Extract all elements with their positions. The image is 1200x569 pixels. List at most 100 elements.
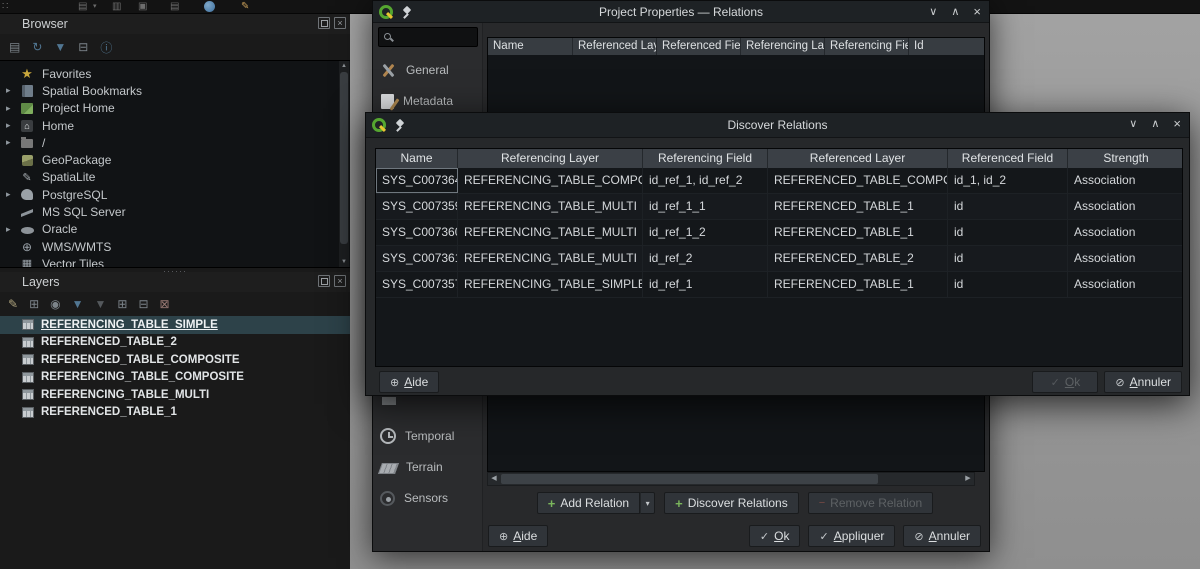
- table-cell[interactable]: SYS_C007360: [376, 220, 458, 245]
- column-header[interactable]: Referenced Field: [948, 149, 1068, 168]
- table-cell[interactable]: REFERENCED_TABLE_COMPOSITE: [768, 168, 948, 193]
- expand-arrow-icon[interactable]: ▸: [6, 103, 11, 114]
- refresh-icon[interactable]: ↻: [32, 40, 42, 54]
- table-cell[interactable]: SYS_C007357: [376, 272, 458, 297]
- column-header[interactable]: Referenced Field: [657, 38, 741, 55]
- scrollbar-thumb[interactable]: [340, 72, 348, 244]
- ok-button[interactable]: ✓ Ok: [1032, 371, 1098, 393]
- filter-legend-icon[interactable]: ▼: [72, 297, 84, 311]
- ok-button[interactable]: ✓ Ok: [749, 525, 801, 547]
- add-relation-button[interactable]: + Add Relation: [537, 492, 640, 514]
- toolbar-pen-icon[interactable]: ✎: [241, 0, 249, 14]
- expand-arrow-icon[interactable]: ▸: [6, 120, 11, 131]
- column-header[interactable]: Name: [488, 38, 573, 55]
- tree-item-oracle[interactable]: ▸ Oracle: [0, 221, 350, 238]
- table-cell[interactable]: REFERENCING_TABLE_SIMPLE: [458, 272, 643, 297]
- table-row[interactable]: SYS_C007357 REFERENCING_TABLE_SIMPLE id_…: [376, 272, 1182, 298]
- expand-arrow-icon[interactable]: ▸: [6, 85, 11, 96]
- tree-item-mssql[interactable]: MS SQL Server: [0, 203, 350, 220]
- expand-all-icon[interactable]: ⊞: [117, 297, 127, 311]
- column-header[interactable]: Referenced Layer: [573, 38, 657, 55]
- table-cell[interactable]: id_ref_1: [643, 272, 768, 297]
- table-cell[interactable]: Association: [1068, 168, 1184, 193]
- expand-arrow-icon[interactable]: ▸: [6, 189, 11, 200]
- table-cell[interactable]: id_ref_1, id_ref_2: [643, 168, 768, 193]
- properties-info-icon[interactable]: ⓘ: [100, 39, 112, 56]
- project-properties-titlebar[interactable]: Project Properties — Relations ∨ ∧ ×: [373, 1, 989, 23]
- table-cell[interactable]: SYS_C007364: [376, 168, 458, 193]
- table-row[interactable]: SYS_C007360 REFERENCING_TABLE_MULTI id_r…: [376, 220, 1182, 246]
- tree-item-postgresql[interactable]: ▸ PostgreSQL: [0, 186, 350, 203]
- browser-scrollbar[interactable]: ▲ ▼: [339, 61, 349, 267]
- filter-expression-icon[interactable]: ▼: [95, 297, 107, 311]
- add-relation-dropdown[interactable]: ▾: [640, 492, 655, 514]
- toolbar-button-icon[interactable]: ▣: [138, 0, 147, 14]
- scroll-right-icon[interactable]: ▶: [962, 473, 974, 485]
- tree-item-spatial-bookmarks[interactable]: ▸ Spatial Bookmarks: [0, 82, 350, 99]
- table-cell[interactable]: id: [948, 194, 1068, 219]
- table-cell[interactable]: Association: [1068, 194, 1184, 219]
- table-cell[interactable]: Association: [1068, 246, 1184, 271]
- tree-item-wms[interactable]: ⊕ WMS/WMTS: [0, 238, 350, 255]
- layer-item[interactable]: REFERENCING_TABLE_COMPOSITE: [0, 369, 350, 387]
- table-cell[interactable]: Association: [1068, 220, 1184, 245]
- sidebar-item-sensors[interactable]: Sensors: [373, 487, 483, 509]
- help-button[interactable]: ⊕ Aide: [379, 371, 439, 393]
- sidebar-item-temporal[interactable]: Temporal: [373, 425, 483, 447]
- table-cell[interactable]: id_ref_1_1: [643, 194, 768, 219]
- search-input[interactable]: [378, 27, 478, 47]
- add-layer-icon[interactable]: ▤: [9, 40, 20, 54]
- apply-button[interactable]: ✓ Appliquer: [808, 525, 895, 547]
- unshade-window-icon[interactable]: ∧: [1151, 113, 1159, 135]
- table-cell[interactable]: id: [948, 220, 1068, 245]
- tree-item-favorites[interactable]: ★ Favorites: [0, 65, 350, 82]
- sidebar-item-metadata[interactable]: Metadata: [373, 90, 483, 112]
- expand-arrow-icon[interactable]: ▸: [6, 224, 11, 235]
- scroll-up-icon[interactable]: ▲: [339, 61, 349, 71]
- table-cell[interactable]: Association: [1068, 272, 1184, 297]
- close-window-icon[interactable]: ×: [973, 1, 981, 23]
- shade-window-icon[interactable]: ∨: [929, 1, 937, 23]
- scrollbar-thumb[interactable]: [501, 474, 878, 484]
- filter-browser-icon[interactable]: ▼: [54, 40, 66, 54]
- tree-item-geopackage[interactable]: GeoPackage: [0, 151, 350, 168]
- tree-item-spatialite[interactable]: ✎ SpatiaLite: [0, 169, 350, 186]
- table-cell[interactable]: id_ref_2: [643, 246, 768, 271]
- column-header[interactable]: Referencing Layer: [458, 149, 643, 168]
- close-window-icon[interactable]: ×: [1173, 113, 1181, 135]
- remove-relation-button[interactable]: − Remove Relation: [808, 492, 933, 514]
- column-header[interactable]: Name: [376, 149, 458, 168]
- toolbar-button-icon[interactable]: ▥: [112, 0, 121, 14]
- browser-float-icon[interactable]: [318, 17, 330, 29]
- discover-relations-titlebar[interactable]: Discover Relations ∨ ∧ ×: [366, 113, 1189, 138]
- table-cell[interactable]: id: [948, 272, 1068, 297]
- table-row[interactable]: SYS_C007364 REFERENCING_TABLE_COMPOSITE …: [376, 168, 1182, 194]
- toolbar-button-icon[interactable]: ▤: [78, 0, 87, 14]
- table-cell[interactable]: SYS_C007361: [376, 246, 458, 271]
- layer-item[interactable]: REFERENCED_TABLE_COMPOSITE: [0, 351, 350, 369]
- column-header[interactable]: Id: [909, 38, 984, 55]
- horizontal-scrollbar[interactable]: ◀ ▶: [487, 472, 975, 486]
- toolbar-round-button-icon[interactable]: [204, 1, 215, 12]
- layers-float-icon[interactable]: [318, 275, 330, 287]
- table-cell[interactable]: REFERENCED_TABLE_1: [768, 272, 948, 297]
- cancel-button[interactable]: ⊘ Annuler: [903, 525, 981, 547]
- layer-item[interactable]: REFERENCED_TABLE_2: [0, 334, 350, 352]
- discover-relations-button[interactable]: + Discover Relations: [664, 492, 799, 514]
- remove-layer-icon[interactable]: ⊠: [160, 297, 170, 311]
- manage-visibility-icon[interactable]: ◉: [50, 297, 60, 311]
- table-row[interactable]: SYS_C007361 REFERENCING_TABLE_MULTI id_r…: [376, 246, 1182, 272]
- scroll-left-icon[interactable]: ◀: [488, 473, 500, 485]
- layer-item[interactable]: REFERENCING_TABLE_SIMPLE: [0, 316, 350, 334]
- column-header[interactable]: Referencing Field: [825, 38, 909, 55]
- help-button[interactable]: ⊕ Aide: [488, 525, 548, 547]
- layers-close-icon[interactable]: ×: [334, 275, 346, 287]
- table-cell[interactable]: REFERENCING_TABLE_MULTI: [458, 194, 643, 219]
- sidebar-item-terrain[interactable]: Terrain: [373, 456, 483, 478]
- tree-item-root[interactable]: ▸ /: [0, 134, 350, 151]
- unshade-window-icon[interactable]: ∧: [951, 1, 959, 23]
- table-cell[interactable]: id_ref_1_2: [643, 220, 768, 245]
- toolbar-button-icon[interactable]: ▤: [170, 0, 179, 14]
- scroll-down-icon[interactable]: ▼: [339, 257, 349, 267]
- table-cell[interactable]: REFERENCING_TABLE_MULTI: [458, 220, 643, 245]
